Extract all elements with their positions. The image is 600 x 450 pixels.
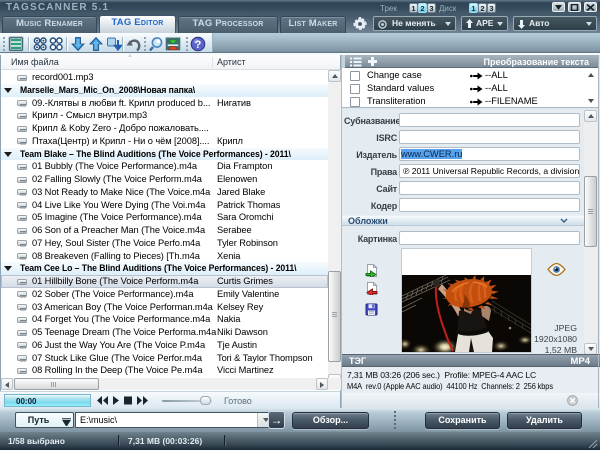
svg-text:?: ?: [195, 39, 202, 51]
